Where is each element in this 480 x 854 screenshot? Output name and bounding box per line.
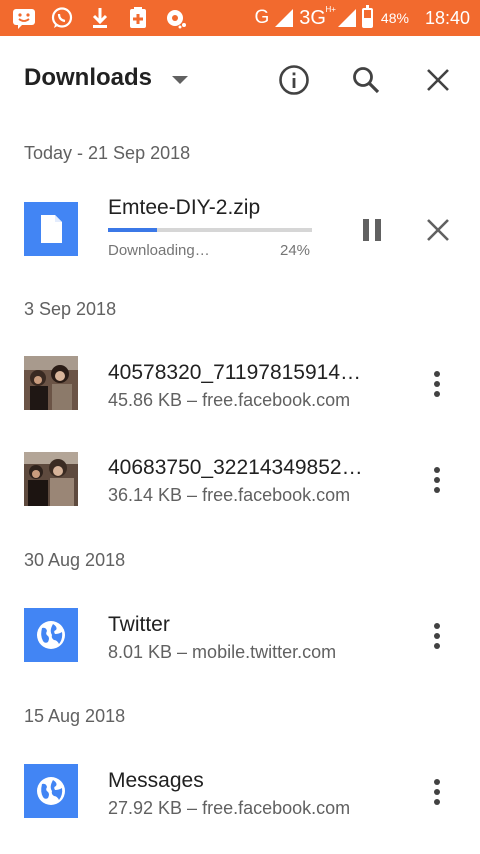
section-header-3-sep: 3 Sep 2018 — [24, 299, 117, 319]
document-icon — [41, 215, 62, 243]
image-thumbnail — [24, 356, 78, 410]
download-progress-fill — [108, 228, 157, 232]
more-vert-icon — [434, 779, 440, 805]
clock: 18:40 — [424, 7, 470, 28]
more-vert-icon — [434, 623, 440, 649]
network-3g-label: 3G H+ — [299, 5, 336, 30]
more-options-button[interactable] — [422, 362, 452, 406]
network-type-label: G — [254, 7, 270, 28]
section-header-15-aug: 15 Aug 2018 — [24, 706, 126, 726]
download-percent: 24% — [280, 242, 311, 259]
file-meta: 36.14 KB – free.facebook.com — [108, 485, 351, 505]
signal-strength-icon — [275, 9, 294, 27]
close-icon — [427, 219, 449, 241]
web-page-icon — [24, 608, 78, 662]
close-button[interactable] — [416, 58, 460, 102]
battery-percent: 48% — [380, 10, 409, 26]
page-title[interactable]: Downloads — [24, 64, 152, 92]
globe-icon — [37, 621, 65, 649]
file-name: Messages — [108, 769, 204, 792]
file-name: 40578320_71197815914… — [108, 361, 362, 384]
download-file-name: Emtee-DIY-2.zip — [108, 196, 261, 219]
file-type-icon — [24, 202, 78, 256]
system-status: G 3G H+ 48% 18:40 — [254, 0, 470, 36]
section-header-30-aug: 30 Aug 2018 — [24, 550, 126, 570]
pause-icon — [363, 219, 381, 241]
search-button[interactable] — [344, 58, 388, 102]
app-bar: Downloads — [0, 36, 480, 122]
medical-app-icon — [126, 6, 150, 30]
more-options-button[interactable] — [422, 614, 452, 658]
pause-button[interactable] — [350, 208, 394, 252]
network-3g-text: 3G — [299, 6, 326, 29]
whatsapp-icon — [50, 6, 74, 30]
download-progress-bar — [108, 228, 312, 232]
search-icon — [353, 67, 380, 94]
globe-icon — [37, 777, 65, 805]
notification-icons — [12, 6, 188, 30]
signal-strength-icon-2 — [337, 9, 356, 27]
web-page-icon — [24, 764, 78, 818]
status-bar: G 3G H+ 48% 18:40 — [0, 0, 480, 36]
download-status: Downloading… — [108, 242, 210, 259]
download-notification-icon — [88, 6, 112, 30]
battery-fill — [363, 18, 371, 26]
dropdown-arrow-icon[interactable] — [172, 76, 188, 84]
more-options-button[interactable] — [422, 458, 452, 502]
more-vert-icon — [434, 371, 440, 397]
media-app-icon — [164, 6, 188, 30]
more-vert-icon — [434, 467, 440, 493]
file-meta: 45.86 KB – free.facebook.com — [108, 390, 351, 410]
file-name: 40683750_32214349852… — [108, 456, 363, 479]
file-meta: 8.01 KB – mobile.twitter.com — [108, 642, 337, 662]
info-icon — [279, 65, 309, 95]
battery-icon — [361, 5, 373, 28]
file-meta: 27.92 KB – free.facebook.com — [108, 798, 351, 818]
close-icon — [427, 69, 449, 91]
network-hplus-label: H+ — [325, 4, 336, 14]
image-thumbnail — [24, 452, 78, 506]
cancel-download-button[interactable] — [416, 208, 460, 252]
file-name: Twitter — [108, 613, 170, 636]
info-button[interactable] — [272, 58, 316, 102]
section-header-today: Today - 21 Sep 2018 — [24, 143, 191, 163]
more-options-button[interactable] — [422, 770, 452, 814]
chat-notification-icon — [12, 6, 36, 30]
